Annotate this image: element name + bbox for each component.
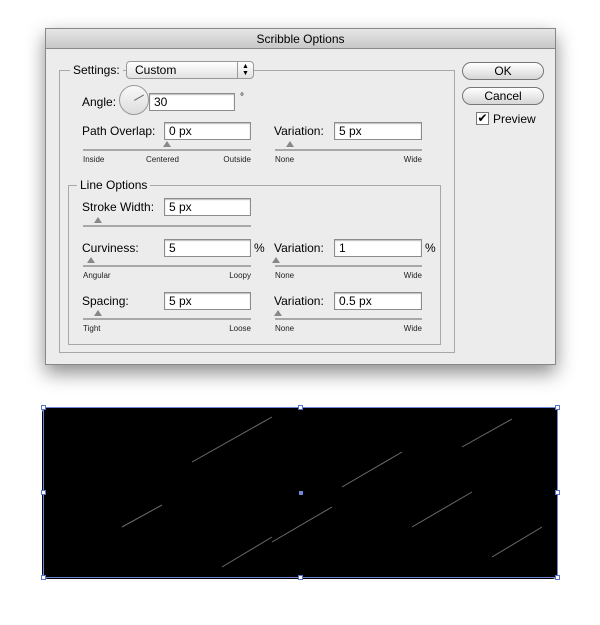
path-overlap-label: Path Overlap: [82,124,156,138]
slider-thumb[interactable] [273,310,282,316]
curviness-variation-label: Variation: [274,241,324,255]
settings-select[interactable]: Custom ▲ ▼ [126,61,254,79]
tick-none: None [275,271,295,280]
curviness-unit: % [254,241,265,255]
tick-wide: Wide [403,324,422,333]
center-point [299,491,303,495]
path-variation-slider[interactable]: None Wide [275,141,422,164]
spacing-input[interactable]: 5 px [164,292,251,310]
angle-label: Angle: [82,95,117,109]
slider-thumb[interactable] [272,257,281,263]
slider-thumb[interactable] [285,141,294,147]
angle-input[interactable]: 30 [149,93,235,111]
stroke-width-input[interactable]: 5 px [164,198,251,216]
curviness-variation-input[interactable]: 1 [334,239,422,257]
cancel-button[interactable]: Cancel [462,87,544,105]
stroke-width-slider[interactable] [83,217,251,227]
path-variation-input[interactable]: 5 px [334,122,422,140]
degree-unit: ° [240,92,244,103]
spacing-variation-input[interactable]: 0.5 px [334,292,422,310]
spacing-variation-label: Variation: [274,294,324,308]
line-options-title: Line Options [77,178,151,192]
slider-thumb[interactable] [163,141,171,147]
curviness-input[interactable]: 5 [164,239,251,257]
tick-centered: Centered [146,155,179,164]
tick-wide: Wide [403,271,422,280]
settings-label: Settings: [70,63,123,77]
preview-label: Preview [493,112,536,126]
path-overlap-slider[interactable]: Inside Centered Outside [83,141,251,164]
stroke-width-label: Stroke Width: [82,200,155,214]
selection-bounding-box[interactable] [41,405,560,580]
stepper-arrows-icon: ▲ ▼ [237,62,253,78]
slider-thumb[interactable] [94,217,103,223]
tick-inside: Inside [83,155,105,164]
tick-none: None [275,324,295,333]
tick-loose: Loose [229,324,251,333]
tick-none: None [275,155,295,164]
ok-button[interactable]: OK [462,62,544,80]
tick-loopy: Loopy [229,271,251,280]
path-variation-label: Variation: [274,124,324,138]
scribble-options-dialog: Scribble Options Settings: Custom ▲ ▼ Ang… [45,28,556,365]
settings-value: Custom [135,63,177,77]
curviness-variation-slider[interactable]: None Wide [272,257,422,280]
spacing-variation-slider[interactable]: None Wide [273,310,422,333]
tick-angular: Angular [83,271,111,280]
curviness-label: Curviness: [82,241,139,255]
tick-wide: Wide [403,155,422,164]
checkmark-icon: ✔ [477,111,488,125]
angle-dial[interactable] [119,85,149,115]
slider-thumb[interactable] [87,257,96,263]
spacing-label: Spacing: [82,294,129,308]
spacing-slider[interactable]: Tight Loose [83,310,251,333]
dialog-title: Scribble Options [46,29,555,49]
tick-tight: Tight [83,324,101,333]
path-overlap-input[interactable]: 0 px [164,122,251,140]
tick-outside: Outside [223,155,251,164]
preview-checkbox[interactable]: ✔ [476,112,489,125]
curviness-variation-unit: % [425,241,436,255]
curviness-slider[interactable]: Angular Loopy [83,257,251,280]
slider-thumb[interactable] [94,310,103,316]
